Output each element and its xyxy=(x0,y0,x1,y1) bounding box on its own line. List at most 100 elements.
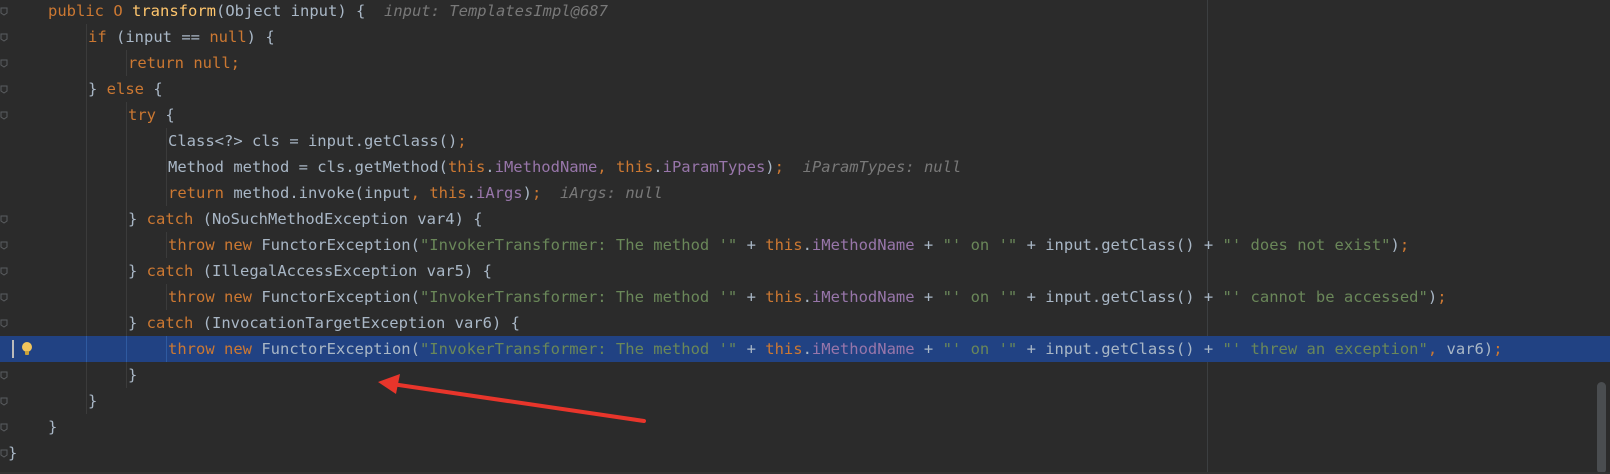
code-token: "InvokerTransformer: The method '" xyxy=(419,288,738,306)
code-token: ) xyxy=(1390,236,1400,254)
indent-guide xyxy=(166,128,167,154)
text-caret xyxy=(12,340,14,358)
code-token: ) { xyxy=(246,28,275,46)
code-editor[interactable]: public O transform(Object input) { input… xyxy=(0,0,1610,474)
code-token: this xyxy=(765,236,803,254)
code-line[interactable]: if (input == null) { xyxy=(0,24,1610,50)
code-token: this xyxy=(765,340,803,358)
code-line[interactable]: } xyxy=(0,440,1610,466)
code-token: (input == xyxy=(116,28,210,46)
code-text: } xyxy=(8,440,17,466)
code-token: method.invoke(input xyxy=(233,184,411,202)
code-line[interactable]: } catch (InvocationTargetException var6)… xyxy=(0,310,1610,336)
indent-guide xyxy=(86,388,87,414)
code-text: } xyxy=(88,388,97,414)
code-token: , xyxy=(597,158,616,176)
code-line[interactable]: } xyxy=(0,388,1610,414)
code-line[interactable]: return method.invoke(input, this.iArgs);… xyxy=(0,180,1610,206)
code-token: iMethodName xyxy=(811,236,915,254)
indent-guide xyxy=(86,24,87,50)
code-token: iMethodName xyxy=(811,288,915,306)
code-token: . xyxy=(802,236,812,254)
code-text: throw new FunctorException("InvokerTrans… xyxy=(168,232,1409,258)
code-token: null xyxy=(209,28,247,46)
code-line[interactable]: } else { xyxy=(0,76,1610,102)
code-token: (Object input) { xyxy=(216,2,384,20)
code-token: } xyxy=(88,80,107,98)
code-token: + xyxy=(914,236,943,254)
code-text: throw new FunctorException("InvokerTrans… xyxy=(168,284,1447,310)
code-token: + xyxy=(737,340,766,358)
code-text: public O transform(Object input) { input… xyxy=(48,0,608,24)
indent-guide xyxy=(166,180,167,206)
code-token: ) xyxy=(1427,288,1438,306)
code-token: this xyxy=(447,158,486,176)
code-line[interactable]: } xyxy=(0,362,1610,388)
code-line[interactable]: Class<?> cls = input.getClass(); xyxy=(0,128,1610,154)
code-token: O xyxy=(113,2,132,20)
code-token: return null xyxy=(128,54,231,72)
code-text: } else { xyxy=(88,76,163,102)
code-token: "InvokerTransformer: The method '" xyxy=(419,340,738,358)
code-text: return null; xyxy=(128,50,240,76)
code-token: catch xyxy=(146,314,203,332)
indent-guide xyxy=(126,102,127,128)
code-line[interactable]: } catch (IllegalAccessException var5) { xyxy=(0,258,1610,284)
vertical-scrollbar[interactable] xyxy=(1597,382,1606,474)
indent-guide xyxy=(86,206,87,232)
indent-guide xyxy=(86,362,87,388)
indent-guide xyxy=(86,102,87,128)
code-token: "' cannot be accessed" xyxy=(1222,288,1428,306)
inline-debug-value: iArgs: null xyxy=(560,184,663,202)
code-line[interactable]: } xyxy=(0,414,1610,440)
indent-guide xyxy=(126,232,127,258)
code-token: , xyxy=(1427,340,1447,358)
code-text: } xyxy=(128,362,137,388)
code-token: else xyxy=(106,80,154,98)
code-text: Class<?> cls = input.getClass(); xyxy=(168,128,467,154)
code-line[interactable]: try { xyxy=(0,102,1610,128)
code-token: + input.getClass() + xyxy=(1017,288,1223,306)
indent-guide xyxy=(86,50,87,76)
code-token: throw new xyxy=(168,340,262,358)
code-text: if (input == null) { xyxy=(88,24,275,50)
code-token: } xyxy=(48,418,58,436)
code-token: . xyxy=(802,340,812,358)
indent-guide xyxy=(126,154,127,180)
indent-guide xyxy=(126,336,127,362)
code-token: (IllegalAccessException var5) { xyxy=(202,262,492,280)
code-text: throw new FunctorException("InvokerTrans… xyxy=(168,336,1503,362)
code-token: , xyxy=(410,184,430,202)
code-token: public xyxy=(48,2,114,20)
current-execution-line[interactable]: throw new FunctorException("InvokerTrans… xyxy=(0,336,1610,362)
code-line[interactable]: throw new FunctorException("InvokerTrans… xyxy=(0,284,1610,310)
code-token: + xyxy=(737,288,766,306)
code-token: + xyxy=(914,288,943,306)
indent-guide xyxy=(86,128,87,154)
code-token: throw new xyxy=(168,236,262,254)
code-line[interactable]: } catch (NoSuchMethodException var4) { xyxy=(0,206,1610,232)
code-token: "' on '" xyxy=(942,288,1018,306)
code-token: } xyxy=(88,392,98,410)
code-line[interactable]: public O transform(Object input) { input… xyxy=(0,0,1610,24)
code-line[interactable]: return null; xyxy=(0,50,1610,76)
code-token: transform xyxy=(132,2,216,20)
code-token: ; xyxy=(230,54,240,72)
inline-debug-value: input: TemplatesImpl@687 xyxy=(383,2,608,20)
lightbulb-icon[interactable] xyxy=(18,340,36,358)
code-text: try { xyxy=(128,102,175,128)
indent-guide xyxy=(166,154,167,180)
code-token: this xyxy=(615,158,654,176)
indent-guide xyxy=(126,310,127,336)
code-token: var6) xyxy=(1446,340,1494,358)
code-line[interactable]: Method method = cls.getMethod(this.iMeth… xyxy=(0,154,1610,180)
code-token: FunctorException( xyxy=(261,288,420,306)
indent-guide xyxy=(126,180,127,206)
code-text: Method method = cls.getMethod(this.iMeth… xyxy=(168,154,961,180)
code-token: ; xyxy=(457,132,467,150)
code-token: ; xyxy=(532,184,560,202)
indent-guide xyxy=(126,258,127,284)
code-token: . xyxy=(653,158,663,176)
code-token: . xyxy=(485,158,495,176)
code-line[interactable]: throw new FunctorException("InvokerTrans… xyxy=(0,232,1610,258)
